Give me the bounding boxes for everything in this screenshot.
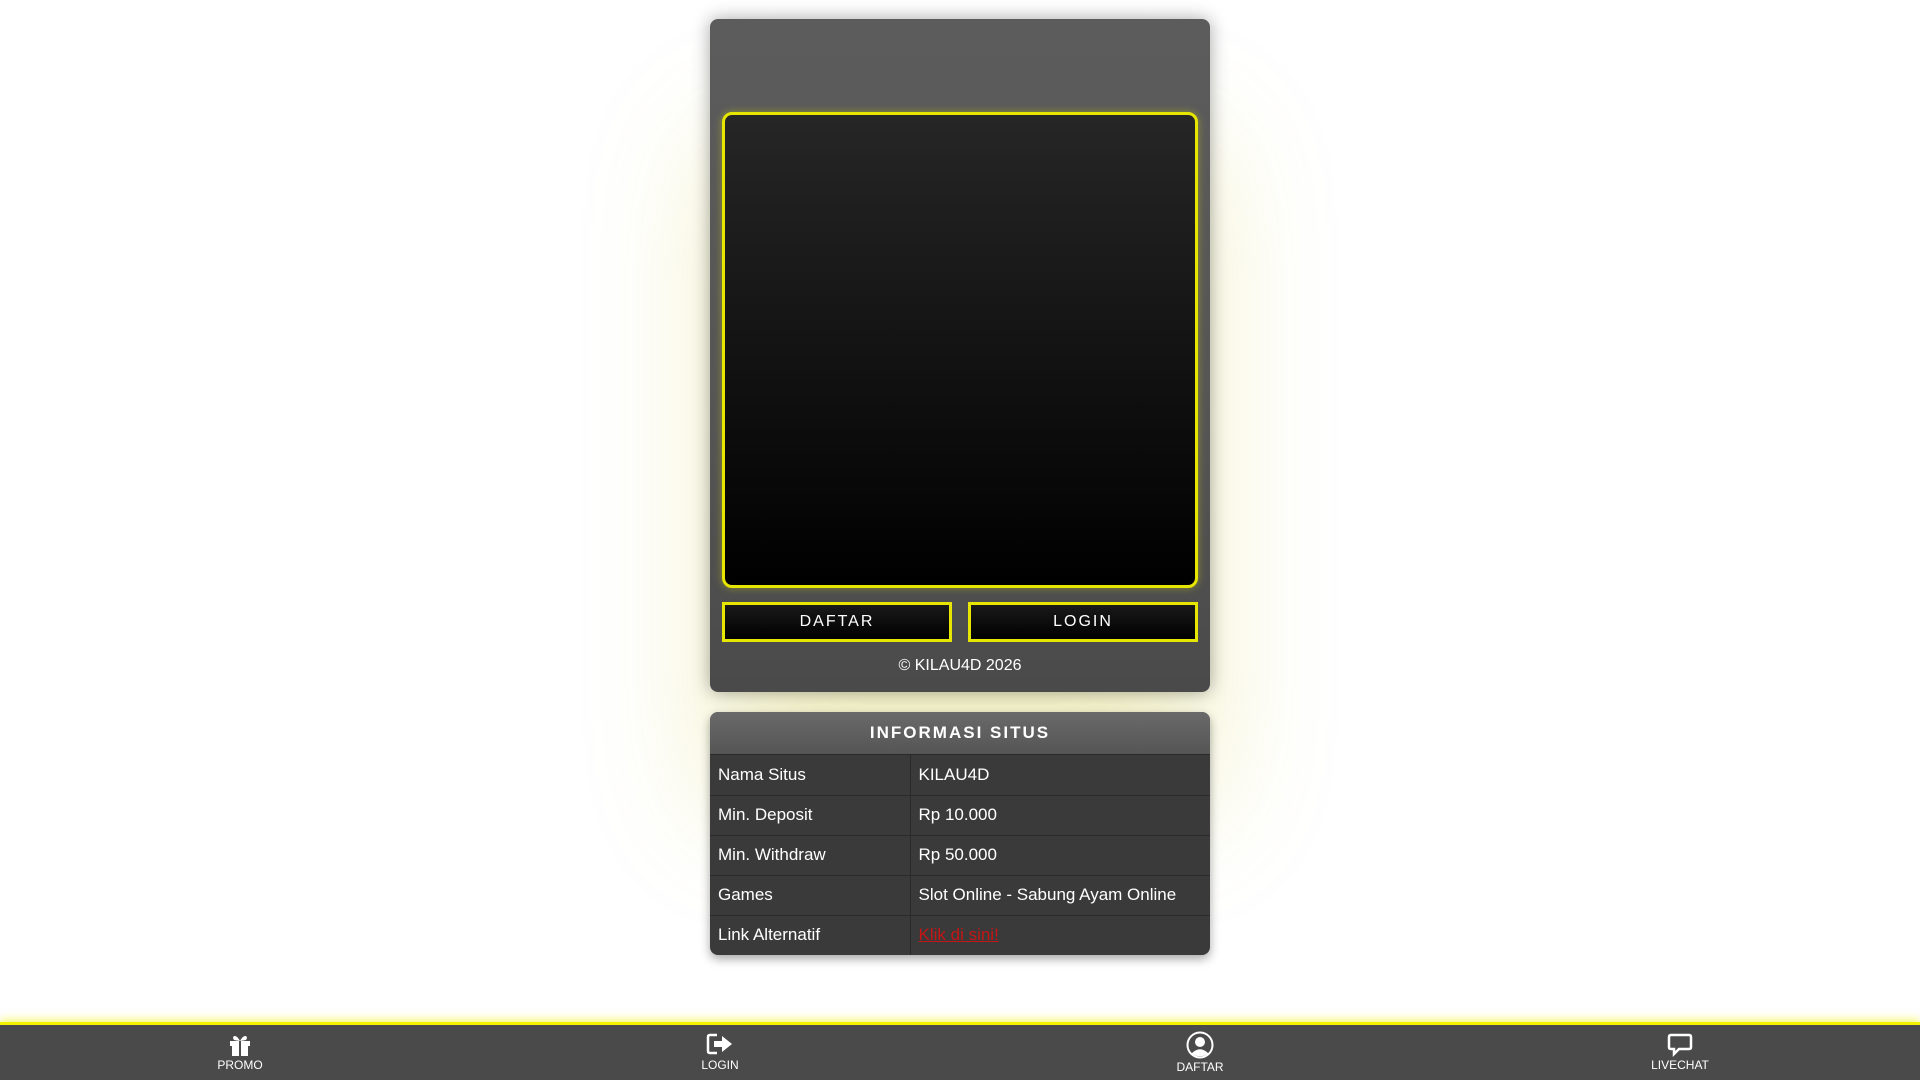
- row-value: Klik di sini!: [910, 914, 1210, 955]
- action-buttons: DAFTAR LOGIN: [722, 602, 1198, 642]
- site-info-table: Nama Situs KILAU4D Min. Deposit Rp 10.00…: [710, 755, 1210, 955]
- copyright-text: © KILAU4D 2026: [898, 657, 1022, 674]
- nav-daftar-label: DAFTAR: [1176, 1060, 1224, 1074]
- table-row: Min. Deposit Rp 10.000: [710, 794, 1210, 835]
- user-circle-icon: [1186, 1031, 1214, 1059]
- nav-livechat-label: LIVECHAT: [1651, 1058, 1709, 1072]
- gift-icon: [230, 1035, 250, 1056]
- row-key: Min. Deposit: [710, 794, 911, 835]
- nav-login[interactable]: LOGIN: [660, 1031, 780, 1072]
- banner-image[interactable]: [722, 112, 1198, 588]
- table-row: Games Slot Online - Sabung Ayam Online: [710, 874, 1210, 915]
- site-info-title: INFORMASI SITUS: [710, 712, 1210, 755]
- row-value: KILAU4D: [918, 764, 990, 784]
- nav-promo[interactable]: PROMO: [180, 1031, 300, 1072]
- row-value: Rp 50.000: [910, 834, 1210, 875]
- nav-login-label: LOGIN: [701, 1058, 739, 1072]
- site-info-panel: INFORMASI SITUS Nama Situs KILAU4D Min. …: [710, 712, 1210, 955]
- row-key: Link Alternatif: [710, 914, 911, 955]
- page: DAFTAR LOGIN © KILAU4D 2026 INFORMASI SI…: [0, 0, 1920, 1080]
- row-key: Min. Withdraw: [710, 834, 911, 875]
- row-value: Rp 10.000: [910, 794, 1210, 835]
- chat-bubble-icon: [1667, 1033, 1693, 1057]
- nav-daftar[interactable]: DAFTAR: [1140, 1031, 1260, 1074]
- nav-promo-label: PROMO: [217, 1058, 263, 1072]
- alternative-link[interactable]: Klik di sini!: [919, 925, 999, 944]
- row-value: Slot Online - Sabung Ayam Online: [910, 874, 1210, 915]
- table-row: Nama Situs KILAU4D: [710, 755, 1210, 795]
- row-key: Games: [710, 874, 911, 915]
- row-key: Nama Situs: [710, 755, 911, 795]
- main-card: DAFTAR LOGIN © KILAU4D 2026: [710, 19, 1210, 692]
- nav-livechat[interactable]: LIVECHAT: [1620, 1031, 1740, 1072]
- bottom-nav: PROMO LOGIN DAFTAR LIVECHAT: [0, 1022, 1920, 1080]
- table-row: Link Alternatif Klik di sini!: [710, 914, 1210, 955]
- login-button[interactable]: LOGIN: [968, 602, 1198, 642]
- table-row: Min. Withdraw Rp 50.000: [710, 834, 1210, 875]
- sign-in-icon: [706, 1033, 732, 1055]
- daftar-button[interactable]: DAFTAR: [722, 602, 952, 642]
